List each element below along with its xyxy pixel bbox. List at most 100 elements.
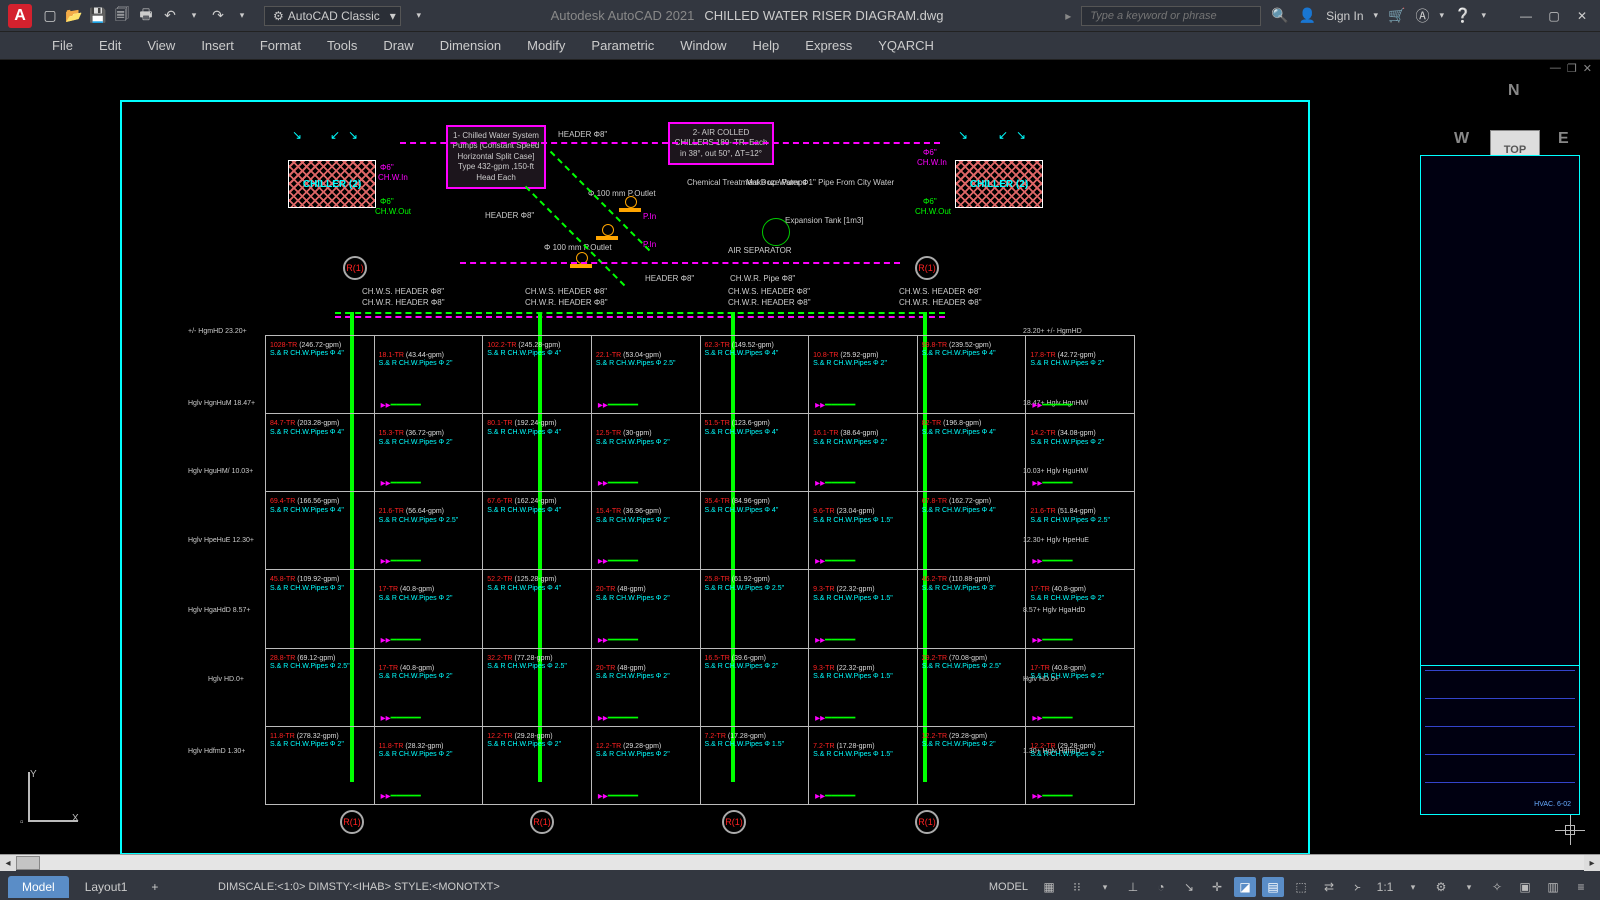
redo-drop-icon[interactable]: ▾ xyxy=(232,6,252,26)
makeup-label: Make up Water Φ1" Pipe From City Water xyxy=(746,178,808,187)
chwr-header-line xyxy=(400,142,940,144)
undo-drop-icon[interactable]: ▾ xyxy=(184,6,204,26)
header-line xyxy=(335,312,945,314)
riser-cell: 20-TR (48-gpm)S.& R CH.W.Pipes Φ 2"▸▸━━━… xyxy=(591,570,700,648)
viewcube-east[interactable]: E xyxy=(1558,130,1569,148)
scroll-right-icon[interactable]: ▸ xyxy=(1584,855,1600,871)
search-input[interactable] xyxy=(1081,6,1261,26)
chws-header-line xyxy=(460,262,900,264)
tab-layout1[interactable]: Layout1 xyxy=(71,876,142,898)
otrack-icon[interactable]: ◪ xyxy=(1234,877,1256,897)
doc-close-icon[interactable]: ✕ xyxy=(1583,62,1592,75)
menu-window[interactable]: Window xyxy=(668,34,738,57)
riser-cell: 7.2-TR (17.28-gpm)S.& R CH.W.Pipes Φ 1.5… xyxy=(809,726,918,804)
riser-cell: 11.8-TR (28.32-gpm)S.& R CH.W.Pipes Φ 2"… xyxy=(374,726,483,804)
help-drop-icon[interactable]: ▾ xyxy=(1481,10,1486,21)
menu-format[interactable]: Format xyxy=(248,34,313,57)
scroll-thumb[interactable] xyxy=(16,856,40,870)
app-store-icon[interactable]: Ⓐ xyxy=(1416,6,1430,26)
search-icon[interactable]: 🔍 xyxy=(1271,7,1288,24)
tab-model[interactable]: Model xyxy=(8,876,69,898)
app-store-drop-icon[interactable]: ▾ xyxy=(1440,10,1445,21)
redo-icon[interactable]: ↷ xyxy=(208,6,228,26)
riser-cell: 32.2-TR (77.28-gpm)S.& R CH.W.Pipes Φ 2.… xyxy=(483,648,592,726)
user-icon[interactable]: 👤 xyxy=(1299,7,1316,24)
osnap-icon[interactable]: ✛ xyxy=(1206,877,1228,897)
menu-view[interactable]: View xyxy=(135,34,187,57)
riser-cell: 15.3-TR (36.72-gpm)S.& R CH.W.Pipes Φ 2"… xyxy=(374,414,483,492)
riser-cell: 1028-TR (246.72-gpm)S.& R CH.W.Pipes Φ 4… xyxy=(266,336,375,414)
expansion-tank-icon xyxy=(762,218,790,246)
new-icon[interactable]: ▢ xyxy=(40,6,60,26)
menu-parametric[interactable]: Parametric xyxy=(579,34,666,57)
signin-link[interactable]: Sign In xyxy=(1326,9,1363,23)
maximize-icon[interactable]: ▢ xyxy=(1544,9,1564,23)
doc-restore-icon[interactable]: ❐ xyxy=(1567,62,1577,75)
app-logo-icon[interactable]: A xyxy=(8,4,32,28)
menu-dimension[interactable]: Dimension xyxy=(428,34,513,57)
close-icon[interactable]: ✕ xyxy=(1572,9,1592,23)
air-separator-label: AIR SEPARATOR xyxy=(728,246,776,255)
cycling-icon[interactable]: ⇄ xyxy=(1318,877,1340,897)
open-icon[interactable]: 📂 xyxy=(64,6,84,26)
ortho-icon[interactable]: ⊥ xyxy=(1122,877,1144,897)
menu-insert[interactable]: Insert xyxy=(189,34,246,57)
transparency-icon[interactable]: ⬚ xyxy=(1290,877,1312,897)
customize-icon[interactable]: ≡ xyxy=(1570,877,1592,897)
menu-tools[interactable]: Tools xyxy=(315,34,369,57)
drawing-canvas[interactable]: — ❐ ✕ CHILLER (2) CHILLER (2) ↘ ↙ ↘ ↘ ↙ … xyxy=(0,60,1600,870)
phi6-label: Φ6" xyxy=(923,197,937,206)
snap-mode-icon[interactable]: ⁝⁝ xyxy=(1066,877,1088,897)
gear-icon[interactable]: ⚙ xyxy=(1430,877,1452,897)
print-icon[interactable]: 🖶 xyxy=(136,6,156,26)
tab-add[interactable]: + xyxy=(143,876,166,898)
workspace-drop-icon[interactable]: ▾ xyxy=(409,6,429,26)
riser-cell: 12.2-TR (29.28-gpm)S.& R CH.W.Pipes Φ 2"… xyxy=(1026,726,1135,804)
phi6-label: Φ6" xyxy=(923,148,937,157)
menu-yqarch[interactable]: YQARCH xyxy=(866,34,946,57)
snap-drop-icon[interactable]: ▾ xyxy=(1094,877,1116,897)
menu-help[interactable]: Help xyxy=(741,34,792,57)
saveas-icon[interactable]: 🗐 xyxy=(112,6,132,26)
horizontal-scrollbar[interactable]: ◂ ▸ xyxy=(0,854,1600,870)
riser-cell: 17-TR (40.8-gpm)S.& R CH.W.Pipes Φ 2"▸▸━… xyxy=(374,570,483,648)
menu-draw[interactable]: Draw xyxy=(371,34,425,57)
polar-icon[interactable]: ◔ xyxy=(1150,877,1172,897)
menu-file[interactable]: File xyxy=(40,34,85,57)
hardware-accel-icon[interactable]: ▣ xyxy=(1514,877,1536,897)
undo-icon[interactable]: ↶ xyxy=(160,6,180,26)
riser-marker: R(1) xyxy=(340,810,364,834)
viewcube-north[interactable]: N xyxy=(1508,82,1520,100)
menu-edit[interactable]: Edit xyxy=(87,34,133,57)
workspace-selector[interactable]: ⚙AutoCAD Classic xyxy=(264,6,401,26)
viewcube-west[interactable]: W xyxy=(1454,130,1469,148)
menu-modify[interactable]: Modify xyxy=(515,34,577,57)
menu-express[interactable]: Express xyxy=(793,34,864,57)
scroll-left-icon[interactable]: ◂ xyxy=(0,855,16,871)
doc-minimize-icon[interactable]: — xyxy=(1550,62,1561,75)
grid-display-icon[interactable]: ▦ xyxy=(1038,877,1060,897)
help-icon[interactable]: ❔ xyxy=(1454,7,1471,24)
scale-drop-icon[interactable]: ▾ xyxy=(1402,877,1424,897)
clean-screen-icon[interactable]: ▥ xyxy=(1542,877,1564,897)
riser-cell: 20-TR (48-gpm)S.& R CH.W.Pipes Φ 2"▸▸━━━… xyxy=(591,648,700,726)
signin-drop-icon[interactable]: ▾ xyxy=(1374,10,1379,21)
gear-drop-icon[interactable]: ▾ xyxy=(1458,877,1480,897)
riser-cell: 62.3-TR (149.52-gpm)S.& R CH.W.Pipes Φ 4… xyxy=(700,336,809,414)
pump-icon xyxy=(596,224,620,240)
status-text: DIMSCALE:<1:0> DIMSTY:<IHAB> STYLE:<MONO… xyxy=(218,881,500,893)
isolate-icon[interactable]: ✧ xyxy=(1486,877,1508,897)
scale-label[interactable]: 1:1 xyxy=(1374,877,1396,897)
status-model-label[interactable]: MODEL xyxy=(989,881,1028,893)
expansion-tank-label: Expansion Tank [1m3] xyxy=(785,216,833,225)
cart-icon[interactable]: 🛒 xyxy=(1388,7,1405,24)
dyn-input-icon[interactable]: ᚛ xyxy=(1346,877,1368,897)
minimize-icon[interactable]: — xyxy=(1516,9,1536,23)
save-icon[interactable]: 💾 xyxy=(88,6,108,26)
phi6-label: Φ6" xyxy=(380,163,394,172)
lineweight-icon[interactable]: ▤ xyxy=(1262,877,1284,897)
riser-cell: 99.8-TR (239.52-gpm)S.& R CH.W.Pipes Φ 4… xyxy=(917,336,1026,414)
chwr-header-label: CH.W.R. HEADER Φ8" xyxy=(362,298,445,307)
isodraft-icon[interactable]: ↘ xyxy=(1178,877,1200,897)
pump-info-box: 1- Chilled Water System Pumps [Constant … xyxy=(446,125,546,189)
